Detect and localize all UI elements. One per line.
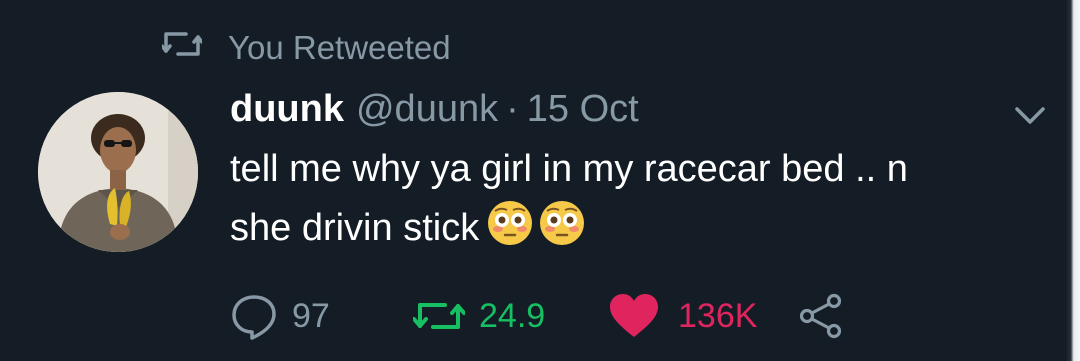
like-count: 136K — [678, 296, 758, 335]
emoji-group — [483, 198, 587, 265]
tweet-text-line-2: she drivin stick — [230, 198, 1050, 265]
avatar[interactable] — [38, 92, 198, 252]
tweet-header: duunk @duunk · 15 Oct — [230, 86, 639, 132]
tweet-text-line-1: tell me why ya girl in my racecar bed ..… — [230, 148, 908, 190]
retweet-context-icon — [160, 27, 228, 69]
right-edge-scroll-area — [1066, 0, 1080, 361]
retweet-count: 24.9 — [479, 296, 546, 335]
display-name[interactable]: duunk — [230, 88, 344, 131]
flushed-face-emoji — [485, 198, 535, 248]
chevron-down-icon[interactable] — [1010, 100, 1050, 130]
flushed-face-emoji — [537, 198, 587, 248]
tweet-text: tell me why ya girl in my racecar bed ..… — [230, 140, 1050, 265]
reply-icon — [230, 292, 278, 340]
separator-dot: · — [506, 87, 519, 130]
share-icon — [798, 293, 844, 339]
retweet-context: You Retweeted — [160, 27, 451, 69]
tweet-timestamp[interactable]: 15 Oct — [527, 88, 639, 131]
retweet-context-label: You Retweeted — [228, 29, 451, 66]
share-button[interactable] — [798, 290, 844, 342]
heart-icon — [608, 293, 660, 339]
retweet-icon — [413, 296, 465, 336]
reply-count: 97 — [292, 296, 330, 335]
tweet-text-line-2-text: she drivin stick — [230, 207, 480, 249]
retweet-button[interactable]: 24.9 — [413, 290, 545, 342]
reply-button[interactable]: 97 — [230, 290, 330, 342]
tweet-actions: 97 24.9 136K — [230, 290, 910, 342]
like-button[interactable]: 136K — [608, 290, 758, 342]
user-handle[interactable]: @duunk — [356, 88, 498, 131]
